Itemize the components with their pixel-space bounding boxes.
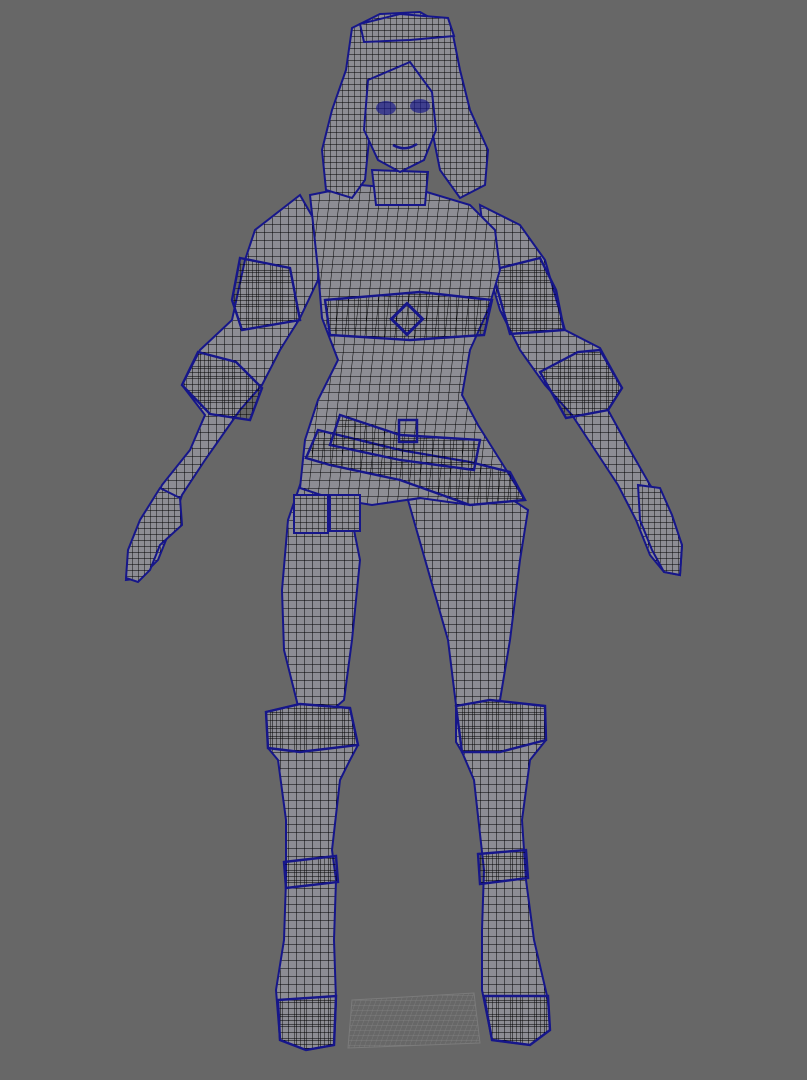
torso[interactable] xyxy=(298,183,527,507)
ground-grid xyxy=(347,992,481,1049)
3d-viewport[interactable] xyxy=(0,0,807,1080)
right-hand[interactable] xyxy=(636,483,684,577)
wireframe-model-render[interactable] xyxy=(0,0,807,1080)
left-hand[interactable] xyxy=(124,486,184,584)
neck xyxy=(370,168,430,206)
character-mesh[interactable] xyxy=(124,10,684,1052)
belt-pouch[interactable] xyxy=(293,494,361,534)
right-leg[interactable] xyxy=(406,488,530,714)
left-boot[interactable] xyxy=(264,702,360,1052)
